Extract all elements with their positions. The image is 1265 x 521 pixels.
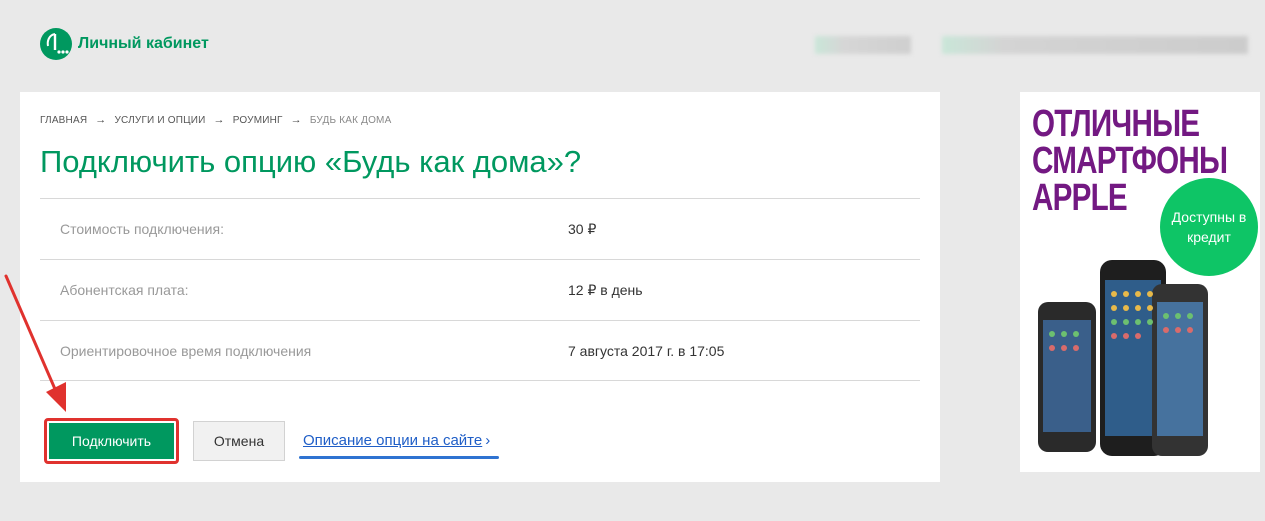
detail-label: Абонентская плата: xyxy=(60,282,189,298)
blurred-account-info xyxy=(942,36,1248,54)
logo-link[interactable]: Личный кабинет xyxy=(40,28,209,60)
chevron-right-icon: › xyxy=(485,432,491,449)
logo-label: Личный кабинет xyxy=(78,35,209,52)
breadcrumb-arrow-icon: → xyxy=(290,114,302,126)
ad-badge-text: Доступны в кредит xyxy=(1171,209,1247,245)
breadcrumb-current: Будь как дома xyxy=(309,114,392,126)
detail-row-connection-time: Ориентировочное время подключения 7 авгу… xyxy=(40,320,920,381)
detail-value: 7 августа 2017 г. в 17:05 xyxy=(568,342,725,359)
breadcrumb-home[interactable]: Главная xyxy=(40,115,87,126)
megafon-logo-icon xyxy=(40,28,72,60)
detail-value: 12 ₽ в день xyxy=(568,281,643,298)
cancel-button[interactable]: Отмена xyxy=(193,421,285,461)
breadcrumb-services[interactable]: Услуги и опции xyxy=(114,115,205,126)
ad-headline-line: Отличные xyxy=(1032,103,1200,145)
annotation-arrow-icon xyxy=(4,274,66,412)
page-title: Подключить опцию «Будь как дома»? xyxy=(40,144,582,179)
connect-option-card: Главная → Услуги и опции → Роуминг → Буд… xyxy=(20,92,940,482)
connect-button[interactable]: Подключить xyxy=(49,423,174,459)
annotation-underline xyxy=(299,456,499,459)
ad-banner[interactable]: Отличные смартфоны Apple Доступны в кред… xyxy=(1020,92,1260,472)
breadcrumb-arrow-icon: → xyxy=(213,114,225,126)
detail-label: Стоимость подключения: xyxy=(60,221,224,237)
breadcrumb: Главная → Услуги и опции → Роуминг → Буд… xyxy=(40,114,391,126)
detail-label: Ориентировочное время подключения xyxy=(60,342,312,359)
iphone-image-icon xyxy=(1038,260,1208,456)
option-description-link[interactable]: Описание опции на сайте xyxy=(303,432,482,449)
action-bar: Подключить Отмена Описание опции на сайт… xyxy=(44,418,499,464)
ad-headline-line: смартфоны xyxy=(1032,140,1228,182)
option-description-link-wrap: Описание опции на сайте › xyxy=(299,432,499,459)
detail-row-subscription-fee: Абонентская плата: 12 ₽ в день xyxy=(40,259,920,320)
connect-button-highlight: Подключить xyxy=(44,418,179,464)
blurred-phone-number xyxy=(815,36,911,54)
breadcrumb-roaming[interactable]: Роуминг xyxy=(233,115,283,126)
option-details-table: Стоимость подключения: 30 ₽ Абонентская … xyxy=(40,198,920,381)
breadcrumb-arrow-icon: → xyxy=(95,114,107,126)
detail-row-connection-cost: Стоимость подключения: 30 ₽ xyxy=(40,198,920,259)
detail-value: 30 ₽ xyxy=(568,220,597,237)
